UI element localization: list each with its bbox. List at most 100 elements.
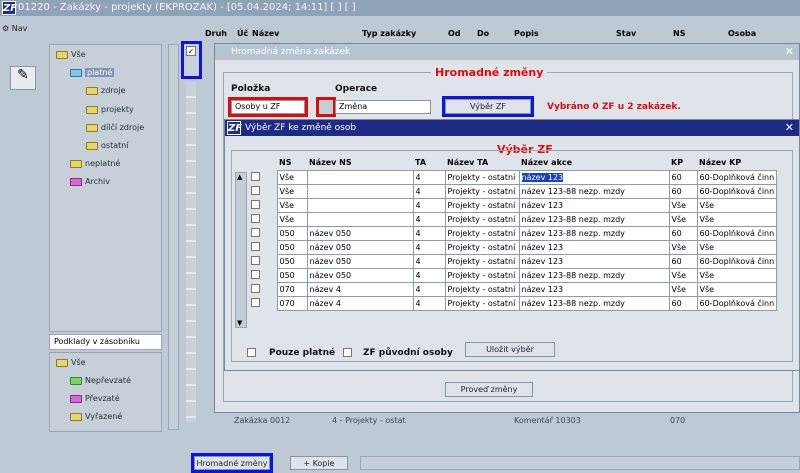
table-cell[interactable]: název 123-88 nezp. mzdy (518, 267, 670, 283)
row-checkbox[interactable] (251, 185, 260, 195)
scroll-up-icon[interactable]: ▲ (237, 173, 242, 181)
col-nazev-ta[interactable]: Název TA (445, 156, 519, 170)
tree-item-ostatni[interactable]: ostatní (86, 141, 129, 150)
table-cell[interactable]: 050 (276, 225, 308, 241)
only-valid-checkbox[interactable] (247, 348, 256, 360)
table-cell[interactable]: 60-Doplňková činn (696, 183, 778, 199)
tree-item-vse[interactable]: Vše (56, 50, 86, 59)
table-cell[interactable]: 60-Doplňková činn (696, 169, 778, 185)
col-od[interactable]: Od (448, 29, 461, 38)
table-cell[interactable]: 60-Doplňková činn (696, 253, 778, 269)
table-cell[interactable]: Vše (696, 197, 778, 213)
table-cell[interactable]: Vše (668, 281, 698, 297)
row-checkbox[interactable] (251, 283, 260, 293)
table-cell[interactable]: Projekty - ostatní (444, 169, 520, 185)
check-icon[interactable]: ✓ (186, 46, 196, 56)
scroll-down-icon[interactable]: ▼ (237, 319, 242, 327)
row-checkbox[interactable] (251, 269, 260, 279)
table-row[interactable]: 050 název 050 4 Projekty - ostatní název 123… (249, 225, 778, 241)
table-cell[interactable] (306, 211, 414, 227)
table-cell[interactable]: 60-Doplňková činn (696, 225, 778, 241)
orig-persons-checkbox[interactable] (343, 348, 352, 360)
table-row[interactable]: Vše 4 Projekty - ostatní název 123 60 60-Dopl… (249, 169, 778, 185)
table-cell[interactable]: Vše (696, 281, 778, 297)
buffer-item-prevzate[interactable]: Převzaté (70, 394, 120, 403)
col-nazev-ns[interactable]: Název NS (307, 156, 413, 170)
tree-item-zdroje[interactable]: zdroje (86, 86, 125, 95)
tree-item-platne[interactable]: platné (70, 68, 115, 77)
table-row[interactable]: Vše 4 Projekty - ostatní název 123-88 nezp.… (249, 183, 778, 199)
table-cell[interactable]: Vše (696, 211, 778, 227)
vyber-zf-button[interactable]: Výběr ZF (442, 96, 534, 117)
copy-button[interactable]: + Kopie (290, 456, 348, 470)
table-row[interactable]: Vše 4 Projekty - ostatní název 123 Vše Vše (249, 197, 778, 213)
table-cell[interactable]: Vše (696, 267, 778, 283)
col-typ[interactable]: Typ zakázky (362, 29, 416, 38)
table-cell[interactable]: 050 (276, 253, 308, 269)
table-cell[interactable]: Projekty - ostatní (444, 253, 520, 269)
table-cell[interactable]: 60 (668, 169, 698, 185)
col-druh[interactable]: Druh (205, 29, 227, 38)
table-cell[interactable]: 4 (412, 183, 446, 199)
table-row[interactable]: 070 název 4 4 Projekty - ostatní název 123 Vš… (249, 281, 778, 297)
table-cell[interactable]: Projekty - ostatní (444, 183, 520, 199)
table-row[interactable]: 050 název 050 4 Projekty - ostatní název 123… (249, 253, 778, 269)
row-checkbox[interactable] (251, 297, 260, 307)
table-cell[interactable]: název 123-88 nezp. mzdy (518, 225, 670, 241)
table-cell[interactable]: 60 (668, 225, 698, 241)
table-cell[interactable]: název 123 (518, 281, 670, 297)
close-icon[interactable]: ✕ (785, 121, 794, 134)
table-cell[interactable]: název 050 (306, 225, 414, 241)
document-icon-button[interactable]: ✎ (10, 66, 36, 90)
table-cell[interactable]: Vše (668, 239, 698, 255)
col-popis[interactable]: Popis (514, 29, 539, 38)
table-cell[interactable]: 4 (412, 267, 446, 283)
table-cell[interactable]: 4 (412, 211, 446, 227)
table-cell[interactable]: Projekty - ostatní (444, 281, 520, 297)
buffer-item-neprevzate[interactable]: Nepřevzaté (70, 376, 131, 385)
table-cell[interactable]: Projekty - ostatní (444, 239, 520, 255)
col-nazev[interactable]: Název (252, 29, 279, 38)
table-cell[interactable]: název 123 (518, 197, 670, 213)
table-cell[interactable]: Vše (696, 239, 778, 255)
table-cell[interactable]: název 123 (518, 239, 670, 255)
table-cell[interactable]: 4 (412, 225, 446, 241)
table-cell[interactable] (306, 197, 414, 213)
col-nazev-kp[interactable]: Název KP (697, 156, 777, 170)
table-cell[interactable]: 050 (276, 239, 308, 255)
nav-button[interactable]: ⚙ Nav (2, 24, 27, 33)
horizontal-scrollbar[interactable] (360, 456, 800, 470)
operace-select[interactable]: Změna (335, 100, 431, 114)
table-cell[interactable]: 070 (276, 281, 308, 297)
row-checkbox[interactable] (251, 227, 260, 237)
table-cell[interactable] (306, 169, 414, 185)
col-ns[interactable]: NS (673, 29, 685, 38)
table-row[interactable]: 070 název 4 4 Projekty - ostatní název 123-8… (249, 295, 778, 311)
table-cell[interactable]: název 4 (306, 295, 414, 311)
mass-change-button[interactable]: Hromadné změny (191, 453, 273, 473)
table-row[interactable]: 050 název 050 4 Projekty - ostatní název 123… (249, 239, 778, 255)
row-checkbox[interactable] (251, 255, 260, 265)
table-cell[interactable]: 4 (412, 239, 446, 255)
tree-item-neplatne[interactable]: neplatné (70, 159, 120, 168)
table-cell[interactable]: 4 (412, 281, 446, 297)
row-checkbox[interactable] (251, 241, 260, 251)
table-cell[interactable]: název 4 (306, 281, 414, 297)
table-cell[interactable]: Vše (668, 267, 698, 283)
col-uc[interactable]: Úč (237, 29, 248, 38)
table-cell[interactable]: Vše (668, 197, 698, 213)
close-icon[interactable]: ✕ (785, 45, 794, 58)
row-checkbox[interactable] (251, 199, 260, 209)
table-cell[interactable]: 4 (412, 295, 446, 311)
table-cell[interactable]: 4 (412, 169, 446, 185)
col-do[interactable]: Do (477, 29, 489, 38)
table-cell[interactable]: Projekty - ostatní (444, 225, 520, 241)
table-cell[interactable]: Vše (276, 211, 308, 227)
col-nazev-akce[interactable]: Název akce (519, 156, 669, 170)
table-cell[interactable]: Vše (668, 211, 698, 227)
table-cell[interactable]: 60 (668, 183, 698, 199)
execute-changes-button[interactable]: Proveď změny (445, 382, 533, 397)
table-cell[interactable]: 60 (668, 253, 698, 269)
table-cell[interactable]: Vše (276, 183, 308, 199)
save-selection-button[interactable]: Uložit výběr (465, 342, 555, 357)
